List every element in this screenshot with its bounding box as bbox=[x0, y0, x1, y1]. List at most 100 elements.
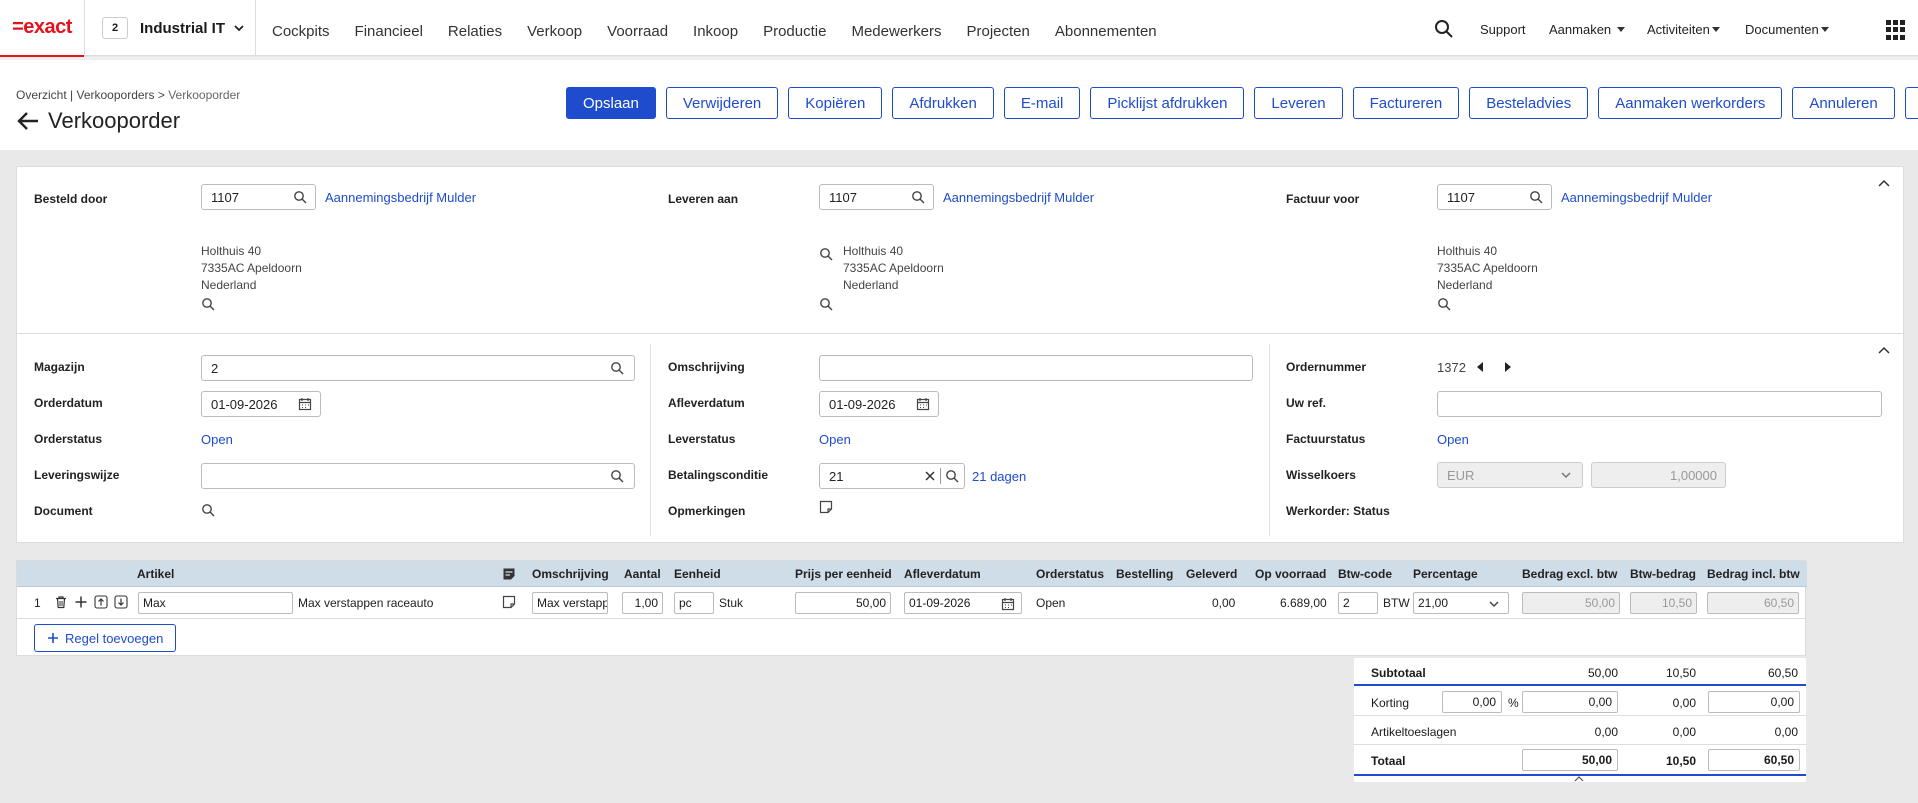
breadcrumb-orders[interactable]: Verkooporders bbox=[76, 88, 154, 102]
col-percentage[interactable]: Percentage bbox=[1413, 567, 1478, 581]
col-quantity[interactable]: Aantal bbox=[624, 567, 661, 581]
nav-financieel[interactable]: Financieel bbox=[355, 23, 423, 40]
ordered-by-code-input[interactable]: 1107 bbox=[201, 184, 316, 210]
plus-icon[interactable] bbox=[74, 595, 88, 609]
cancel-button[interactable]: Annuleren bbox=[1792, 87, 1895, 119]
deliver-to-name-link[interactable]: Aannemingsbedrijf Mulder bbox=[943, 190, 1094, 205]
col-amount-excl[interactable]: Bedrag excl. btw bbox=[1522, 567, 1617, 581]
your-ref-input[interactable] bbox=[1437, 391, 1882, 417]
copy-button[interactable]: Kopiëren bbox=[788, 87, 883, 119]
deliver-to-code-input[interactable]: 1107 bbox=[819, 184, 934, 210]
division-selector[interactable]: 2 Industrial IT bbox=[84, 0, 256, 56]
create-menu[interactable]: Aanmaken bbox=[1549, 22, 1626, 37]
search-icon[interactable] bbox=[201, 297, 215, 311]
email-button[interactable]: E-mail bbox=[1003, 87, 1081, 119]
search-icon[interactable] bbox=[945, 469, 959, 483]
invoice-to-name-link[interactable]: Aannemingsbedrijf Mulder bbox=[1561, 190, 1712, 205]
col-in-stock[interactable]: Op voorraad bbox=[1255, 567, 1326, 581]
documents-menu[interactable]: Documenten bbox=[1745, 22, 1829, 37]
caret-left-icon[interactable] bbox=[1475, 361, 1485, 373]
search-icon[interactable] bbox=[1434, 19, 1454, 39]
search-icon[interactable] bbox=[1437, 297, 1451, 311]
delivery-status-link[interactable]: Open bbox=[819, 432, 851, 447]
add-line-button[interactable]: Regel toevoegen bbox=[34, 624, 177, 652]
search-icon[interactable] bbox=[911, 190, 925, 204]
unit-input[interactable]: pc bbox=[674, 592, 714, 614]
description-input[interactable] bbox=[819, 355, 1253, 381]
payment-condition-input[interactable]: 21 bbox=[819, 463, 965, 489]
invoice-to-code-input[interactable]: 1107 bbox=[1437, 184, 1552, 210]
picklist-button[interactable]: Picklijst afdrukken bbox=[1090, 87, 1245, 119]
search-icon[interactable] bbox=[819, 247, 833, 261]
col-article[interactable]: Artikel bbox=[137, 567, 174, 581]
support-link[interactable]: Support bbox=[1480, 22, 1526, 37]
search-icon[interactable] bbox=[201, 503, 215, 517]
nav-verkoop[interactable]: Verkoop bbox=[527, 23, 582, 40]
order-date-input[interactable]: 01-09-2026 bbox=[201, 391, 321, 417]
nav-productie[interactable]: Productie bbox=[763, 23, 826, 40]
order-status-link[interactable]: Open bbox=[201, 432, 233, 447]
breadcrumb-overview[interactable]: Overzicht bbox=[16, 88, 67, 102]
nav-inkoop[interactable]: Inkoop bbox=[693, 23, 738, 40]
back-arrow-icon[interactable] bbox=[16, 110, 40, 132]
percentage-select[interactable]: 21,00 bbox=[1413, 592, 1509, 614]
search-icon[interactable] bbox=[819, 297, 833, 311]
collapse-icon[interactable] bbox=[1877, 344, 1891, 358]
discount-incl-input[interactable]: 0,00 bbox=[1708, 691, 1800, 713]
grid-menu-icon[interactable] bbox=[1886, 20, 1906, 40]
calendar-icon[interactable] bbox=[916, 397, 930, 411]
caret-right-icon[interactable] bbox=[1503, 361, 1513, 373]
nav-relaties[interactable]: Relaties bbox=[448, 23, 502, 40]
payment-condition-link[interactable]: 21 dagen bbox=[972, 469, 1026, 484]
calendar-icon[interactable] bbox=[1001, 597, 1015, 611]
article-code-input[interactable]: Max bbox=[138, 592, 293, 614]
col-unit[interactable]: Eenheid bbox=[674, 567, 721, 581]
discount-excl-input[interactable]: 0,00 bbox=[1522, 691, 1618, 713]
activities-menu[interactable]: Activiteiten bbox=[1647, 22, 1720, 37]
invoice-button[interactable]: Factureren bbox=[1352, 87, 1460, 119]
nav-cockpits[interactable]: Cockpits bbox=[272, 23, 330, 40]
note-icon[interactable] bbox=[502, 595, 516, 609]
warehouse-input[interactable]: 2 bbox=[201, 355, 635, 381]
collapse-icon[interactable] bbox=[1574, 775, 1584, 782]
create-workorders-button[interactable]: Aanmaken werkorders bbox=[1598, 87, 1783, 119]
line-delivery-date-input[interactable]: 01-09-2026 bbox=[904, 592, 1022, 614]
search-icon[interactable] bbox=[293, 190, 307, 204]
search-icon[interactable] bbox=[610, 361, 624, 375]
calendar-icon[interactable] bbox=[298, 397, 312, 411]
col-amount-incl[interactable]: Bedrag incl. btw bbox=[1707, 567, 1800, 581]
delivery-method-input[interactable] bbox=[201, 463, 635, 489]
clear-icon[interactable] bbox=[924, 470, 936, 482]
col-delivered[interactable]: Geleverd bbox=[1186, 567, 1237, 581]
note-icon[interactable] bbox=[819, 500, 833, 514]
nav-medewerkers[interactable]: Medewerkers bbox=[851, 23, 941, 40]
search-icon[interactable] bbox=[1529, 190, 1543, 204]
col-vat-code[interactable]: Btw-code bbox=[1338, 567, 1392, 581]
col-description[interactable]: Omschrijving bbox=[532, 567, 609, 581]
col-delivery-date[interactable]: Afleverdatum bbox=[904, 567, 981, 581]
description-input[interactable]: Max verstappen raceauto bbox=[532, 592, 608, 614]
col-ordered[interactable]: Bestelling bbox=[1116, 567, 1173, 581]
exact-logo[interactable]: =exact bbox=[0, 0, 84, 58]
more-button[interactable] bbox=[1904, 87, 1918, 119]
ordered-by-name-link[interactable]: Aannemingsbedrijf Mulder bbox=[325, 190, 476, 205]
col-vat-amount[interactable]: Btw-bedrag bbox=[1630, 567, 1696, 581]
move-up-icon[interactable] bbox=[94, 595, 108, 609]
collapse-icon[interactable] bbox=[1877, 177, 1891, 191]
col-order-status[interactable]: Orderstatus bbox=[1036, 567, 1104, 581]
price-input[interactable]: 50,00 bbox=[795, 592, 891, 614]
delete-button[interactable]: Verwijderen bbox=[665, 87, 779, 119]
order-advice-button[interactable]: Besteladvies bbox=[1469, 87, 1589, 119]
invoice-status-link[interactable]: Open bbox=[1437, 432, 1469, 447]
save-button[interactable]: Opslaan bbox=[566, 87, 656, 119]
nav-projecten[interactable]: Projecten bbox=[967, 23, 1030, 40]
search-icon[interactable] bbox=[610, 469, 624, 483]
col-price[interactable]: Prijs per eenheid bbox=[795, 567, 892, 581]
vat-code-input[interactable]: 2 bbox=[1338, 592, 1378, 614]
move-down-icon[interactable] bbox=[114, 595, 128, 609]
print-button[interactable]: Afdrukken bbox=[892, 87, 994, 119]
trash-icon[interactable] bbox=[54, 595, 68, 609]
deliver-button[interactable]: Leveren bbox=[1254, 87, 1343, 119]
delivery-date-input[interactable]: 01-09-2026 bbox=[819, 391, 939, 417]
discount-percent-input[interactable]: 0,00 bbox=[1442, 691, 1502, 713]
